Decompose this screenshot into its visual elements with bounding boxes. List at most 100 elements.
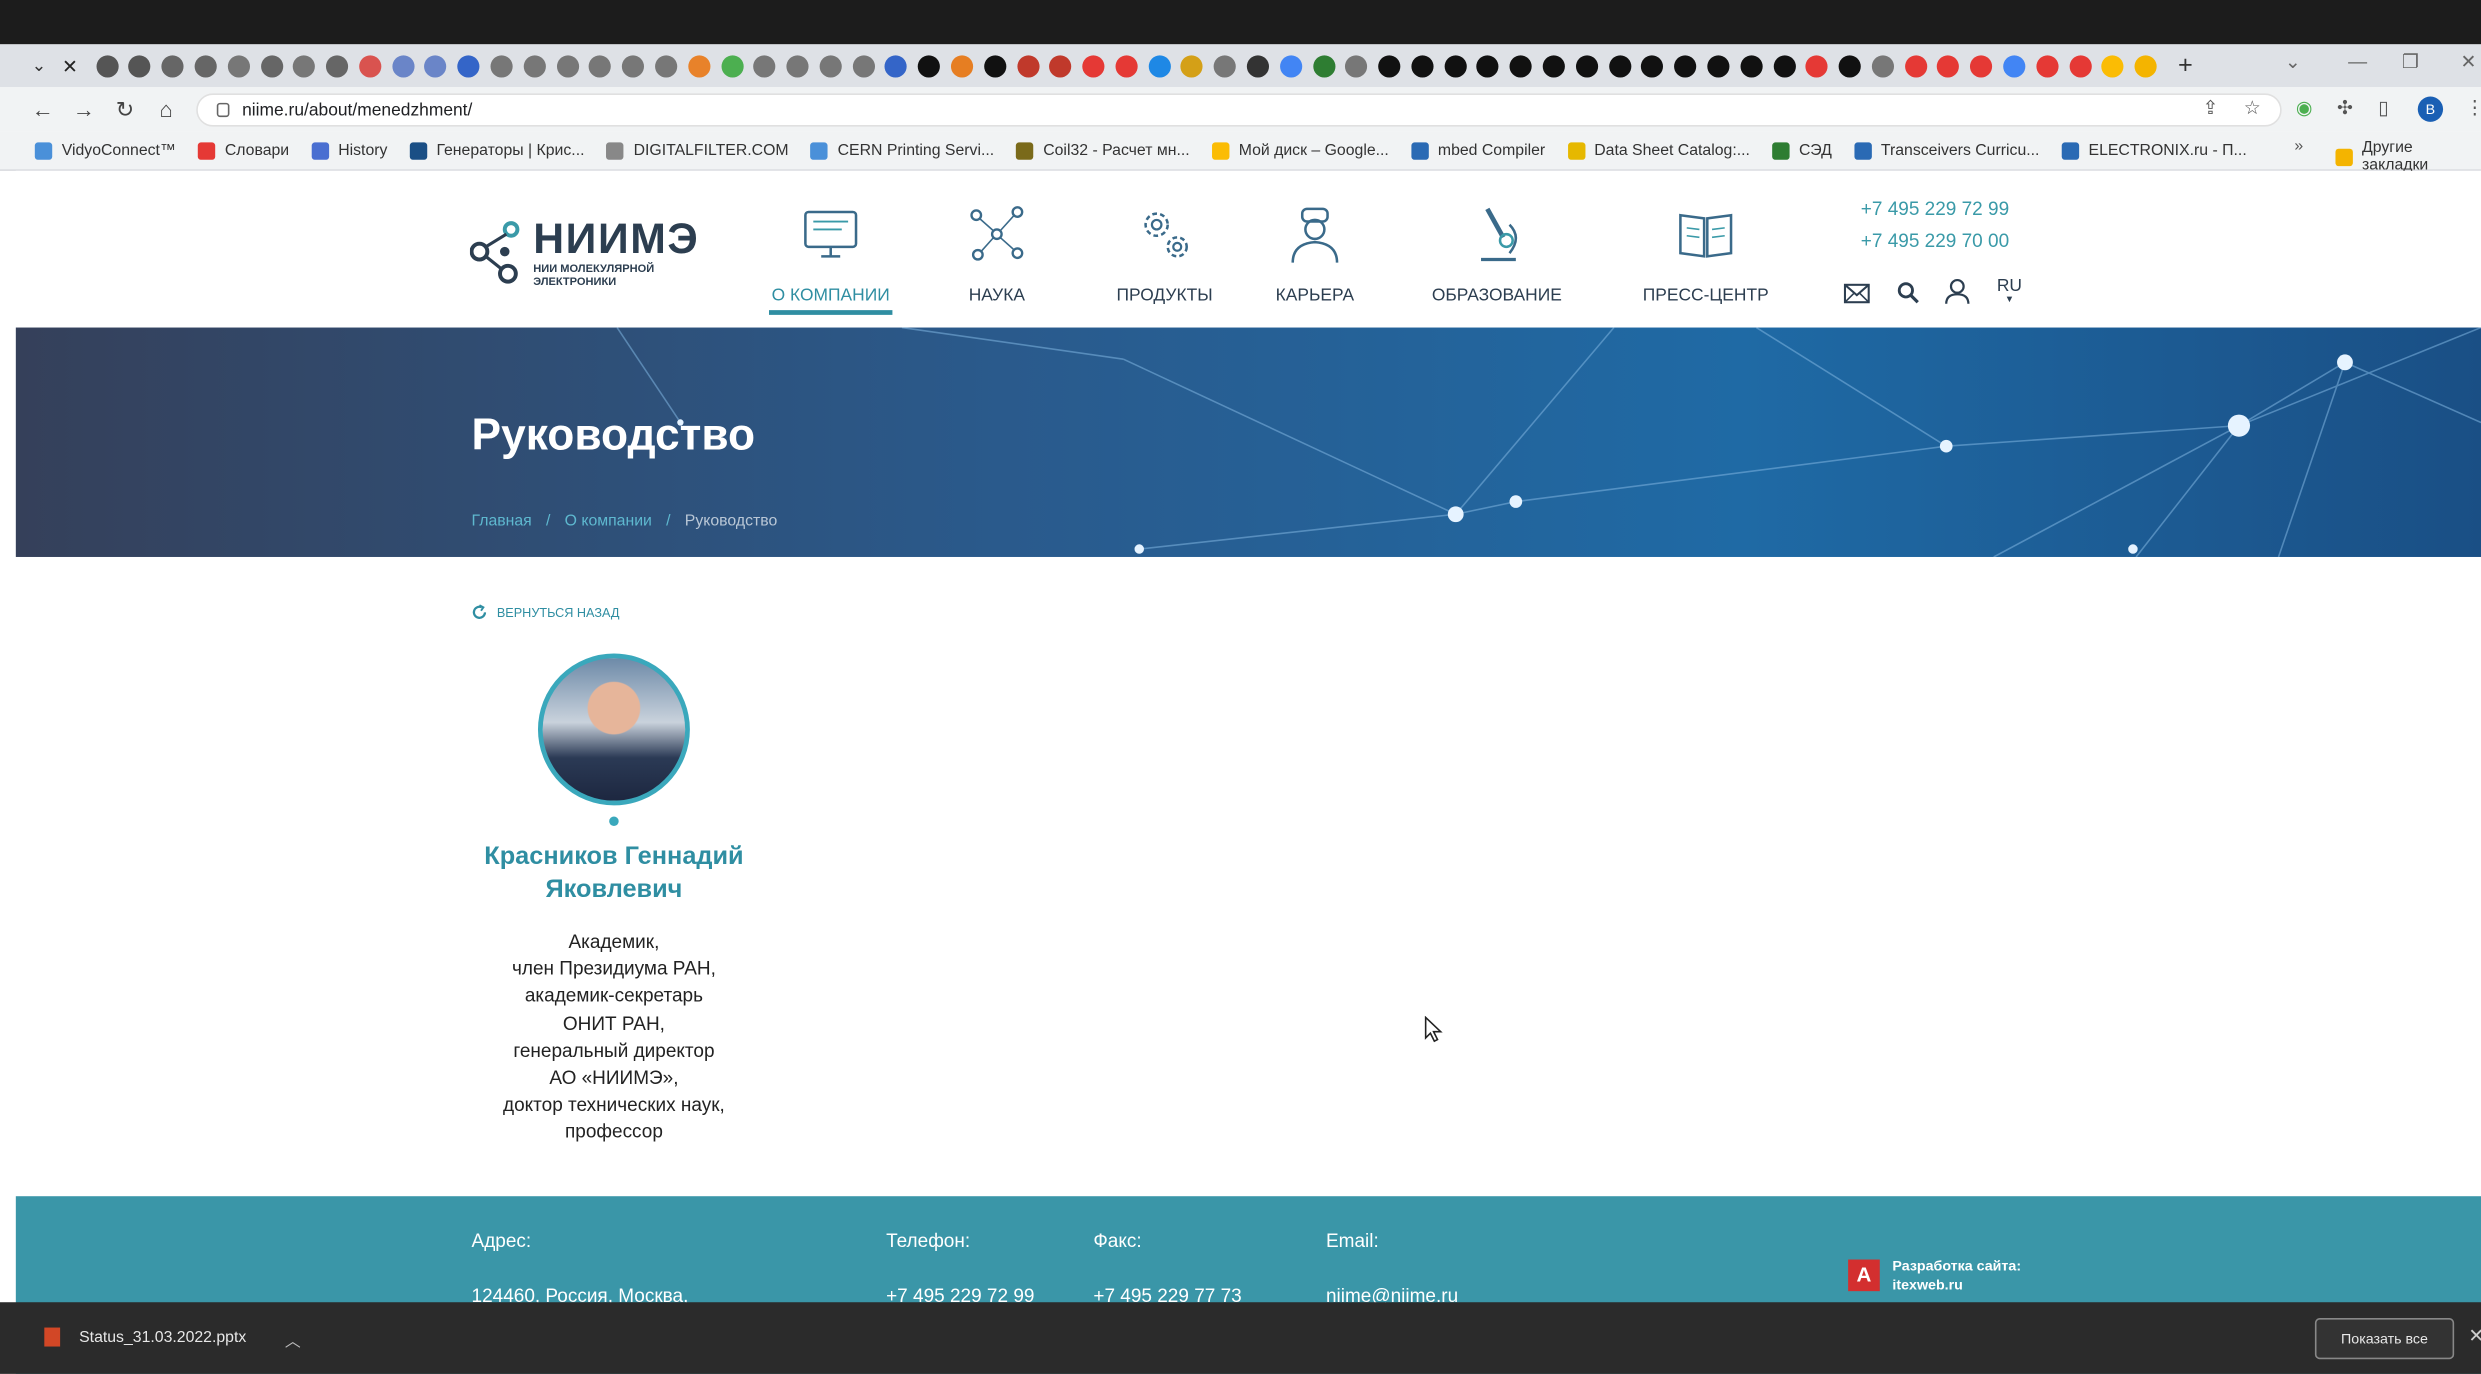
share-icon[interactable]: ⇪ bbox=[2203, 97, 2219, 119]
tab-favicon[interactable] bbox=[2101, 54, 2124, 77]
tab-list-icon[interactable]: ⌄ bbox=[2285, 51, 2301, 73]
home-icon[interactable]: ⌂ bbox=[146, 97, 187, 122]
tab-favicon[interactable] bbox=[1345, 54, 1368, 77]
mail-icon[interactable] bbox=[1843, 283, 1870, 304]
close-download-bar-icon[interactable]: ✕ bbox=[2468, 1324, 2481, 1346]
bookmark-item[interactable]: Генераторы | Крис... bbox=[409, 141, 585, 160]
tab-favicon[interactable] bbox=[1378, 54, 1401, 77]
breadcrumb-home[interactable]: Главная bbox=[472, 513, 532, 530]
tab-favicon[interactable] bbox=[194, 54, 217, 77]
phone-1[interactable]: +7 495 229 72 99 bbox=[1861, 198, 2009, 220]
tab-favicon[interactable] bbox=[687, 54, 711, 77]
tab-favicon[interactable] bbox=[589, 54, 612, 77]
tab-favicon[interactable] bbox=[1740, 54, 1763, 77]
tab-favicon[interactable] bbox=[1970, 54, 1993, 77]
bookmark-item[interactable]: VidyoConnect™ bbox=[34, 141, 176, 160]
bookmark-item[interactable]: СЭД bbox=[1772, 141, 1832, 160]
tab-favicon[interactable] bbox=[556, 54, 579, 77]
tab-favicon[interactable] bbox=[1542, 54, 1565, 77]
tab-favicon[interactable] bbox=[2068, 54, 2092, 77]
tab-favicon[interactable] bbox=[1674, 54, 1697, 77]
menu-icon[interactable]: ⋮ bbox=[2465, 97, 2481, 119]
bookmark-item[interactable]: Мой диск – Google... bbox=[1211, 141, 1389, 160]
chevron-up-icon[interactable]: ︿ bbox=[285, 1328, 301, 1351]
nav-item-press[interactable]: ПРЕСС-ЦЕНТР bbox=[1630, 203, 1782, 305]
tab-favicon[interactable] bbox=[1279, 54, 1302, 77]
restore-icon[interactable]: ❐ bbox=[2402, 51, 2419, 73]
bookmark-item[interactable]: DIGITALFILTER.COM bbox=[606, 141, 789, 160]
close-tab-icon[interactable]: ✕ bbox=[62, 55, 78, 77]
tab-favicon[interactable] bbox=[1411, 54, 1434, 77]
site-logo[interactable]: НИИМЭ НИИ МОЛЕКУЛЯРНОЙ ЭЛЕКТРОНИКИ bbox=[469, 215, 699, 289]
profile-avatar[interactable]: B bbox=[2417, 96, 2444, 122]
bookmark-star-icon[interactable]: ☆ bbox=[2244, 97, 2261, 119]
tab-favicon[interactable] bbox=[1575, 54, 1598, 77]
user-icon[interactable] bbox=[1945, 278, 1970, 305]
sidebar-icon[interactable]: ▯ bbox=[2378, 97, 2388, 119]
tab-favicon[interactable] bbox=[359, 54, 382, 77]
other-bookmarks[interactable]: Другие закладки bbox=[2335, 139, 2481, 174]
tab-favicon[interactable] bbox=[293, 54, 316, 77]
bookmark-item[interactable]: Transceivers Curricu... bbox=[1853, 141, 2039, 160]
tab-favicon[interactable] bbox=[1082, 54, 1105, 77]
tab-favicon[interactable] bbox=[1246, 54, 1270, 77]
tab-favicon[interactable] bbox=[1213, 54, 1237, 77]
tab-search-icon[interactable]: ⌄ bbox=[32, 55, 47, 76]
tab-favicon[interactable] bbox=[1608, 54, 1631, 77]
search-icon[interactable] bbox=[1897, 282, 1919, 304]
tab-favicon[interactable] bbox=[654, 54, 678, 77]
bookmark-item[interactable]: Data Sheet Catalog:... bbox=[1567, 141, 1750, 160]
extension-icon[interactable]: ◉ bbox=[2296, 97, 2313, 119]
tab-favicon[interactable] bbox=[1805, 54, 1829, 77]
developer-credit[interactable]: A Разработка сайта: itexweb.ru bbox=[1848, 1256, 2021, 1294]
bookmark-item[interactable]: CERN Printing Servi... bbox=[810, 141, 994, 160]
tab-favicon[interactable] bbox=[1148, 54, 1171, 77]
tab-favicon[interactable] bbox=[1312, 54, 1335, 77]
nav-item-products[interactable]: ПРОДУКТЫ bbox=[1092, 203, 1238, 305]
bookmark-item[interactable]: History bbox=[311, 141, 387, 160]
tab-favicon[interactable] bbox=[1115, 54, 1138, 77]
tab-favicon[interactable] bbox=[1707, 54, 1730, 77]
address-bar[interactable]: niime.ru/about/menedzhment/ bbox=[196, 93, 2282, 127]
tab-favicon[interactable] bbox=[96, 54, 119, 77]
back-link[interactable]: ВЕРНУТЬСЯ НАЗАД bbox=[472, 604, 619, 620]
minimize-icon[interactable]: — bbox=[2348, 51, 2367, 73]
new-tab-button[interactable]: + bbox=[2178, 51, 2193, 79]
tab-favicon[interactable] bbox=[490, 54, 513, 77]
tab-favicon[interactable] bbox=[852, 54, 875, 77]
tab-favicon[interactable] bbox=[326, 54, 349, 77]
tab-favicon[interactable] bbox=[786, 54, 809, 77]
tab-favicon[interactable] bbox=[1641, 54, 1664, 77]
tab-favicon[interactable] bbox=[1181, 54, 1204, 77]
tab-favicon[interactable] bbox=[128, 54, 152, 77]
tab-favicon[interactable] bbox=[1838, 54, 1861, 77]
back-icon[interactable]: ← bbox=[22, 97, 63, 122]
bookmark-item[interactable]: Coil32 - Расчет мн... bbox=[1016, 141, 1190, 160]
language-switch[interactable]: RU ▼ bbox=[1997, 277, 2022, 305]
extensions-puzzle-icon[interactable]: ✣ bbox=[2337, 97, 2353, 119]
tab-favicon[interactable] bbox=[2036, 54, 2059, 77]
tab-favicon[interactable] bbox=[1772, 54, 1796, 77]
tab-favicon[interactable] bbox=[885, 54, 908, 77]
bookmark-item[interactable]: mbed Compiler bbox=[1410, 141, 1545, 160]
tab-favicon[interactable] bbox=[1049, 54, 1072, 77]
tab-favicon[interactable] bbox=[424, 54, 447, 77]
tab-favicon[interactable] bbox=[983, 54, 1006, 77]
tab-favicon[interactable] bbox=[2134, 54, 2157, 77]
tab-favicon[interactable] bbox=[2003, 54, 2026, 77]
show-all-button[interactable]: Показать все bbox=[2314, 1318, 2455, 1360]
forward-icon[interactable]: → bbox=[63, 97, 104, 122]
tab-favicon[interactable] bbox=[1937, 54, 1960, 77]
tab-favicon[interactable] bbox=[523, 54, 546, 77]
nav-item-science[interactable]: НАУКА bbox=[949, 203, 1044, 305]
tab-favicon[interactable] bbox=[918, 54, 941, 77]
tab-favicon[interactable] bbox=[1904, 54, 1927, 77]
reload-icon[interactable]: ↻ bbox=[104, 96, 145, 123]
tab-favicon[interactable] bbox=[391, 54, 415, 77]
tab-favicon[interactable] bbox=[260, 54, 283, 77]
bookmark-item[interactable]: Словари bbox=[197, 141, 289, 160]
tab-favicon[interactable] bbox=[950, 54, 974, 77]
tab-favicon[interactable] bbox=[819, 54, 842, 77]
tab-favicon[interactable] bbox=[457, 54, 480, 77]
tab-favicon[interactable] bbox=[1477, 54, 1500, 77]
